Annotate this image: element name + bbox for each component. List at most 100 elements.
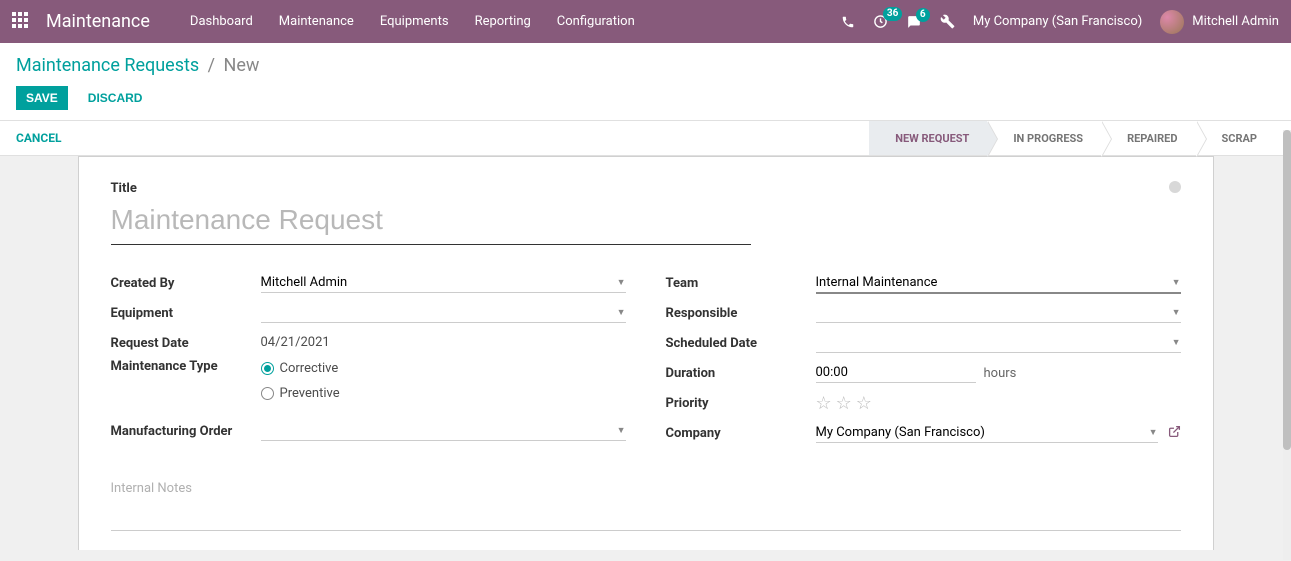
input-equipment[interactable]: ▼ bbox=[261, 303, 626, 323]
navbar: Maintenance Dashboard Maintenance Equipm… bbox=[0, 0, 1291, 43]
field-created-by: Created By ▼ bbox=[111, 269, 626, 297]
cancel-button[interactable]: CANCEL bbox=[16, 131, 61, 145]
menu-equipments[interactable]: Equipments bbox=[380, 14, 449, 29]
input-team[interactable]: ▼ bbox=[816, 273, 1181, 294]
label-company: Company bbox=[666, 426, 816, 441]
created-by-value[interactable] bbox=[261, 275, 626, 290]
label-equipment: Equipment bbox=[111, 306, 261, 321]
form-grid: Created By ▼ Equipment ▼ Request Date 04 bbox=[111, 269, 1181, 449]
responsible-value[interactable] bbox=[816, 305, 1181, 320]
dropdown-caret-icon[interactable]: ▼ bbox=[617, 277, 626, 288]
dropdown-caret-icon[interactable]: ▼ bbox=[617, 307, 626, 318]
duration-value[interactable] bbox=[816, 365, 976, 380]
phone-icon[interactable] bbox=[841, 15, 855, 29]
radio-label-preventive: Preventive bbox=[280, 386, 340, 401]
dropdown-caret-icon[interactable]: ▼ bbox=[617, 425, 626, 436]
control-panel: Maintenance Requests / New SAVE DISCARD bbox=[0, 43, 1291, 120]
field-request-date: Request Date 04/21/2021 bbox=[111, 329, 626, 357]
star-icon[interactable]: ☆ bbox=[836, 393, 852, 414]
user-menu[interactable]: Mitchell Admin bbox=[1160, 10, 1279, 34]
breadcrumb: Maintenance Requests / New bbox=[16, 55, 1275, 76]
stage-scrap[interactable]: SCRAP bbox=[1196, 121, 1276, 155]
dropdown-caret-icon[interactable]: ▼ bbox=[1172, 307, 1181, 318]
radio-icon bbox=[261, 387, 274, 400]
menu-configuration[interactable]: Configuration bbox=[557, 14, 635, 29]
activities-badge: 36 bbox=[883, 7, 902, 21]
dropdown-caret-icon[interactable]: ▼ bbox=[1172, 277, 1181, 288]
stage-in-progress[interactable]: IN PROGRESS bbox=[987, 121, 1101, 155]
label-maintenance-type: Maintenance Type bbox=[111, 359, 261, 374]
label-duration: Duration bbox=[666, 366, 816, 381]
action-buttons: SAVE DISCARD bbox=[16, 86, 1275, 110]
field-team: Team ▼ bbox=[666, 269, 1181, 297]
dropdown-caret-icon[interactable]: ▼ bbox=[1149, 427, 1158, 438]
title-input[interactable] bbox=[111, 200, 751, 245]
scheduled-date-value[interactable] bbox=[816, 335, 1181, 350]
input-created-by[interactable]: ▼ bbox=[261, 273, 626, 293]
menu-dashboard[interactable]: Dashboard bbox=[190, 14, 253, 29]
label-manufacturing-order: Manufacturing Order bbox=[111, 424, 261, 439]
form-right-column: Team ▼ Responsible ▼ Scheduled Date bbox=[666, 269, 1181, 449]
external-link-icon[interactable] bbox=[1168, 425, 1181, 442]
radio-label-corrective: Corrective bbox=[280, 361, 339, 376]
breadcrumb-sep: / bbox=[208, 55, 215, 76]
messages-badge: 6 bbox=[916, 8, 930, 22]
menu-reporting[interactable]: Reporting bbox=[475, 14, 531, 29]
field-duration: Duration hours bbox=[666, 359, 1181, 387]
dropdown-caret-icon[interactable]: ▼ bbox=[1172, 337, 1181, 348]
label-priority: Priority bbox=[666, 396, 816, 411]
priority-stars[interactable]: ☆ ☆ ☆ bbox=[816, 393, 872, 414]
equipment-value[interactable] bbox=[261, 305, 626, 320]
maintenance-type-options: Corrective Preventive bbox=[261, 359, 626, 403]
discard-button[interactable]: DISCARD bbox=[78, 86, 153, 110]
field-company: Company ▼ bbox=[666, 419, 1181, 447]
user-avatar-icon bbox=[1160, 10, 1184, 34]
activities-icon[interactable]: 36 bbox=[873, 14, 888, 29]
breadcrumb-parent[interactable]: Maintenance Requests bbox=[16, 55, 199, 76]
apps-icon[interactable] bbox=[12, 12, 28, 32]
menu-maintenance[interactable]: Maintenance bbox=[279, 14, 354, 29]
save-button[interactable]: SAVE bbox=[16, 86, 68, 110]
team-value[interactable] bbox=[816, 275, 1181, 290]
label-scheduled-date: Scheduled Date bbox=[666, 336, 816, 351]
input-manufacturing-order[interactable]: ▼ bbox=[261, 421, 626, 441]
radio-preventive[interactable]: Preventive bbox=[261, 386, 626, 401]
value-request-date: 04/21/2021 bbox=[261, 333, 626, 353]
field-equipment: Equipment ▼ bbox=[111, 299, 626, 327]
star-icon[interactable]: ☆ bbox=[856, 393, 872, 414]
stage-new-request[interactable]: NEW REQUEST bbox=[869, 121, 987, 155]
input-scheduled-date[interactable]: ▼ bbox=[816, 333, 1181, 353]
field-maintenance-type: Maintenance Type Corrective Preventive bbox=[111, 359, 626, 403]
label-request-date: Request Date bbox=[111, 336, 261, 351]
breadcrumb-current: New bbox=[224, 55, 260, 76]
status-bar: CANCEL NEW REQUEST IN PROGRESS REPAIRED … bbox=[0, 120, 1291, 156]
input-company[interactable]: ▼ bbox=[816, 423, 1158, 443]
navbar-right: 36 6 My Company (San Francisco) Mitchell… bbox=[841, 10, 1279, 34]
form-sheet: Title Created By ▼ Equipment ▼ bbox=[78, 156, 1214, 550]
internal-notes-input[interactable]: Internal Notes bbox=[111, 471, 1181, 531]
messages-icon[interactable]: 6 bbox=[906, 15, 922, 29]
main-menu: Dashboard Maintenance Equipments Reporti… bbox=[190, 14, 841, 29]
input-responsible[interactable]: ▼ bbox=[816, 303, 1181, 323]
tools-icon[interactable] bbox=[940, 14, 955, 29]
app-brand[interactable]: Maintenance bbox=[46, 11, 150, 32]
radio-corrective[interactable]: Corrective bbox=[261, 361, 626, 376]
stage-repaired[interactable]: REPAIRED bbox=[1101, 121, 1195, 155]
label-team: Team bbox=[666, 276, 816, 291]
star-icon[interactable]: ☆ bbox=[816, 393, 832, 414]
form-left-column: Created By ▼ Equipment ▼ Request Date 04 bbox=[111, 269, 626, 449]
input-duration[interactable] bbox=[816, 363, 976, 383]
label-responsible: Responsible bbox=[666, 306, 816, 321]
field-responsible: Responsible ▼ bbox=[666, 299, 1181, 327]
label-created-by: Created By bbox=[111, 276, 261, 291]
manufacturing-order-value[interactable] bbox=[261, 423, 626, 438]
user-name: Mitchell Admin bbox=[1192, 14, 1279, 29]
scrollbar-thumb[interactable] bbox=[1283, 130, 1291, 450]
field-manufacturing-order: Manufacturing Order ▼ bbox=[111, 417, 626, 445]
kanban-state-dot[interactable] bbox=[1169, 181, 1181, 193]
company-selector[interactable]: My Company (San Francisco) bbox=[973, 14, 1142, 29]
company-value[interactable] bbox=[816, 425, 1158, 440]
stage-tracker: NEW REQUEST IN PROGRESS REPAIRED SCRAP bbox=[869, 121, 1275, 155]
title-label: Title bbox=[111, 181, 1181, 196]
field-priority: Priority ☆ ☆ ☆ bbox=[666, 389, 1181, 417]
